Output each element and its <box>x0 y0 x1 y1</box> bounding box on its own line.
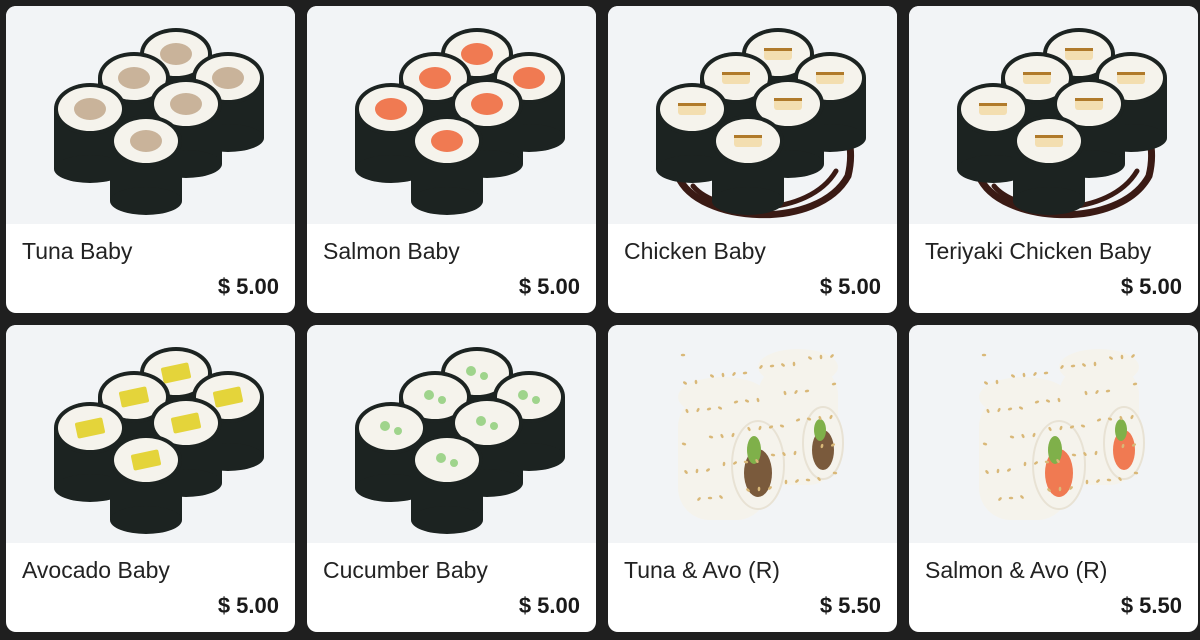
item-name: Teriyaki Chicken Baby <box>925 238 1152 264</box>
item-name: Salmon Baby <box>323 238 460 264</box>
item-price: $ 5.50 <box>819 593 881 618</box>
item-name: Chicken Baby <box>624 238 766 264</box>
salmon-avo-roll-photo <box>909 325 1198 543</box>
tuna-baby-photo <box>6 6 295 224</box>
menu-item-card[interactable]: Tuna & Avo (R) $ 5.50 <box>608 325 897 632</box>
menu-item-card[interactable]: Tuna Baby $ 5.00 <box>6 6 295 313</box>
item-price: $ 5.50 <box>1120 593 1182 618</box>
item-price: $ 5.00 <box>518 593 580 618</box>
menu-grid: Tuna Baby $ 5.00 Salmon Baby $ 5.00 Chic… <box>6 6 1198 634</box>
item-price: $ 5.00 <box>819 274 881 299</box>
menu-item-card[interactable]: Salmon Baby $ 5.00 <box>307 6 596 313</box>
menu-item-card[interactable]: Salmon & Avo (R) $ 5.50 <box>909 325 1198 632</box>
menu-item-card[interactable]: Chicken Baby $ 5.00 <box>608 6 897 313</box>
item-price: $ 5.00 <box>217 593 279 618</box>
menu-item-card[interactable]: Cucumber Baby $ 5.00 <box>307 325 596 632</box>
menu-item-card[interactable]: Avocado Baby $ 5.00 <box>6 325 295 632</box>
item-name: Avocado Baby <box>22 557 170 583</box>
cucumber-baby-photo <box>307 325 596 543</box>
teriyaki-chicken-baby-photo <box>909 6 1198 224</box>
item-price: $ 5.00 <box>1120 274 1182 299</box>
tuna-avo-roll-photo <box>608 325 897 543</box>
item-name: Tuna & Avo (R) <box>624 557 780 583</box>
item-price: $ 5.00 <box>518 274 580 299</box>
menu-item-card[interactable]: Teriyaki Chicken Baby $ 5.00 <box>909 6 1198 313</box>
avocado-baby-photo <box>6 325 295 543</box>
item-price: $ 5.00 <box>217 274 279 299</box>
item-name: Tuna Baby <box>22 238 133 264</box>
item-name: Cucumber Baby <box>323 557 488 583</box>
chicken-baby-photo <box>608 6 897 224</box>
salmon-baby-photo <box>307 6 596 224</box>
item-name: Salmon & Avo (R) <box>925 557 1108 583</box>
